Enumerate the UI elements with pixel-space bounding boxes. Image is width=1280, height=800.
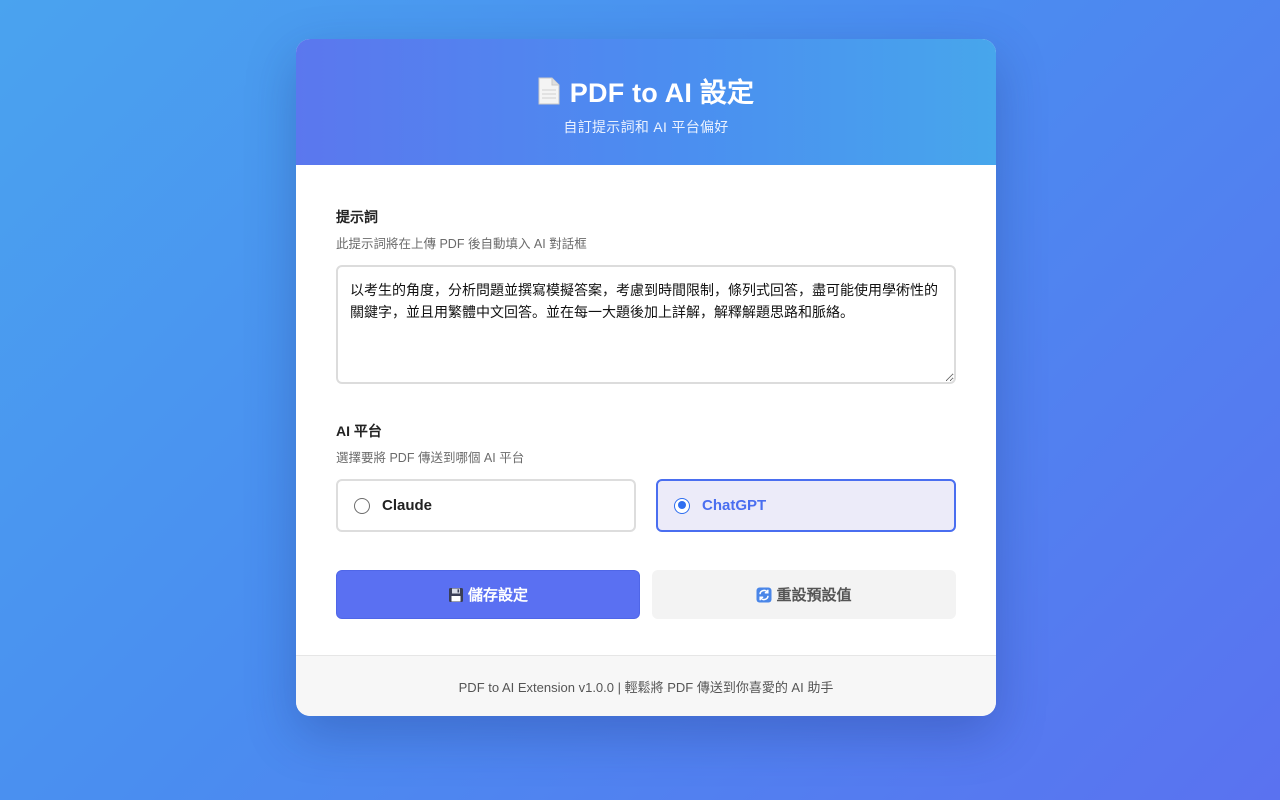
settings-header: PDF to AI 設定 自訂提示詞和 AI 平台偏好 bbox=[296, 39, 996, 165]
platform-option-chatgpt[interactable]: ChatGPT bbox=[656, 479, 956, 532]
prompt-section: 提示詞 此提示詞將在上傳 PDF 後自動填入 AI 對話框 以考生的角度，分析問… bbox=[336, 207, 956, 389]
platform-description: 選擇要將 PDF 傳送到哪個 AI 平台 bbox=[336, 451, 525, 465]
document-icon bbox=[538, 77, 560, 104]
page-subtitle: 自訂提示詞和 AI 平台偏好 bbox=[563, 119, 729, 135]
action-buttons: 儲存設定 重設預設值 bbox=[336, 570, 956, 619]
prompt-label: 提示詞 bbox=[336, 209, 378, 225]
platform-options: Claude ChatGPT bbox=[336, 479, 956, 532]
settings-card: PDF to AI 設定 自訂提示詞和 AI 平台偏好 提示詞 此提示詞將在上傳… bbox=[296, 39, 996, 716]
platform-option-claude[interactable]: Claude bbox=[336, 479, 636, 532]
radio-button-chatgpt[interactable] bbox=[674, 497, 690, 514]
platform-section: AI 平台 選擇要將 PDF 傳送到哪個 AI 平台 Claude ChatGP… bbox=[336, 421, 956, 532]
save-button-label: 儲存設定 bbox=[467, 587, 528, 604]
platform-label: AI 平台 bbox=[336, 423, 382, 439]
platform-option-label: ChatGPT bbox=[702, 497, 767, 514]
save-button[interactable]: 儲存設定 bbox=[336, 570, 640, 619]
refresh-icon bbox=[756, 587, 772, 602]
prompt-textarea[interactable]: 以考生的角度，分析問題並撰寫模擬答案，考慮到時間限制，條列式回答，盡可能使用學術… bbox=[336, 265, 956, 384]
radio-button-claude[interactable] bbox=[354, 497, 370, 514]
reset-button[interactable]: 重設預設值 bbox=[652, 570, 956, 619]
title-row: PDF to AI 設定 bbox=[296, 71, 996, 110]
prompt-description: 此提示詞將在上傳 PDF 後自動填入 AI 對話框 bbox=[336, 237, 587, 251]
page-title: PDF to AI 設定 bbox=[569, 78, 755, 108]
platform-option-label: Claude bbox=[382, 497, 433, 514]
reset-button-label: 重設預設值 bbox=[776, 587, 852, 604]
footer-text: PDF to AI Extension v1.0.0 | 輕鬆將 PDF 傳送到… bbox=[458, 679, 834, 695]
settings-body: 提示詞 此提示詞將在上傳 PDF 後自動填入 AI 對話框 以考生的角度，分析問… bbox=[296, 165, 996, 619]
footer: PDF to AI Extension v1.0.0 | 輕鬆將 PDF 傳送到… bbox=[296, 655, 996, 716]
floppy-disk-icon bbox=[448, 587, 463, 602]
